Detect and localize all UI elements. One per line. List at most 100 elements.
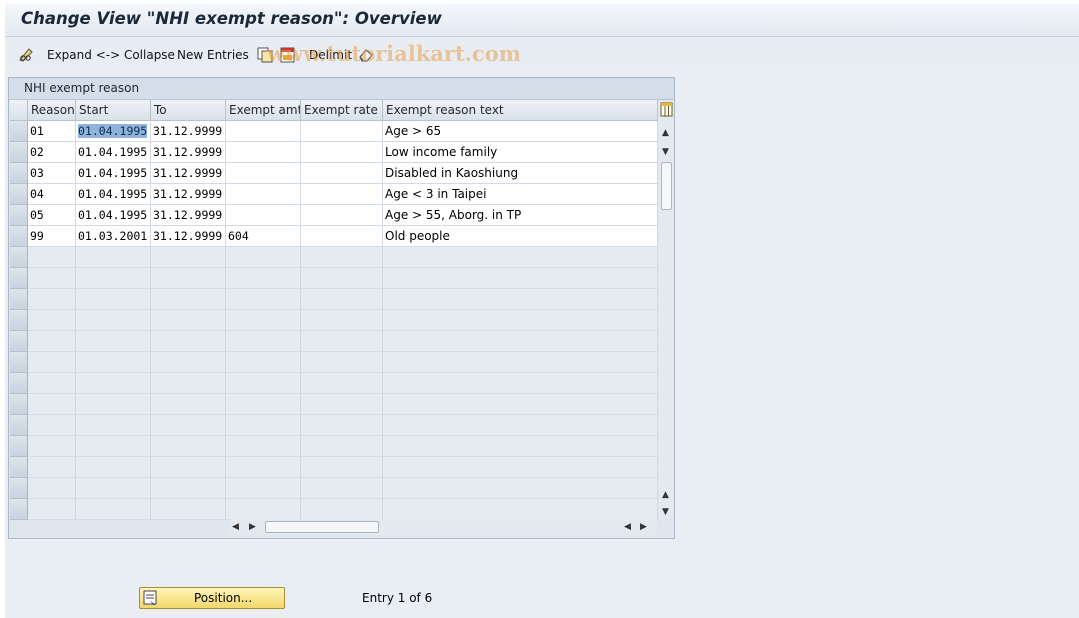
copy-icon[interactable] (256, 46, 274, 64)
empty-table-row[interactable] (10, 247, 658, 268)
scroll-up-icon[interactable]: ▲ (662, 128, 669, 138)
cell-exempt-amt[interactable] (226, 163, 301, 184)
cell-reason[interactable] (28, 478, 76, 499)
empty-table-row[interactable] (10, 268, 658, 289)
cell-start[interactable] (76, 415, 151, 436)
cell-exempt-rate[interactable] (301, 184, 383, 205)
row-selector[interactable] (10, 289, 28, 310)
empty-table-row[interactable] (10, 457, 658, 478)
cell-reason[interactable]: 04 (28, 184, 76, 205)
row-selector[interactable] (10, 142, 28, 163)
column-config-icon[interactable] (659, 101, 674, 119)
cell-exempt-rate[interactable] (301, 478, 383, 499)
table-row[interactable]: 02 01.04.1995 31.12.9999 Low income family (10, 142, 658, 163)
cell-reason[interactable] (28, 289, 76, 310)
cell-start[interactable] (76, 478, 151, 499)
cell-to[interactable] (151, 247, 226, 268)
cell-exempt-reason-text[interactable] (383, 436, 658, 457)
table-row[interactable]: 03 01.04.1995 31.12.9999 Disabled in Kaoshi… (10, 163, 658, 184)
cell-to[interactable]: 31.12.9999 (151, 226, 226, 247)
cell-reason[interactable]: 01 (28, 121, 76, 142)
row-selector[interactable] (10, 352, 28, 373)
delimit-button[interactable]: Delimit (309, 46, 352, 64)
cell-to[interactable]: 31.12.9999 (151, 205, 226, 226)
cell-reason[interactable] (28, 457, 76, 478)
table-row[interactable]: 05 01.04.1995 31.12.9999 Age > 55, Aborg. i… (10, 205, 658, 226)
cell-exempt-amt[interactable] (226, 436, 301, 457)
empty-table-row[interactable] (10, 478, 658, 499)
cell-exempt-rate[interactable] (301, 121, 383, 142)
cell-reason[interactable] (28, 247, 76, 268)
scroll-down-icon[interactable]: ▼ (662, 147, 669, 157)
cell-exempt-rate[interactable] (301, 142, 383, 163)
cell-exempt-reason-text[interactable] (383, 352, 658, 373)
cell-exempt-reason-text[interactable]: Old people (383, 226, 658, 247)
empty-table-row[interactable] (10, 373, 658, 394)
cell-exempt-reason-text[interactable]: Age > 55, Aborg. in TP (383, 205, 658, 226)
cell-start[interactable] (76, 352, 151, 373)
cell-exempt-rate[interactable] (301, 352, 383, 373)
cell-exempt-rate[interactable] (301, 310, 383, 331)
cell-exempt-amt[interactable] (226, 373, 301, 394)
cell-reason[interactable]: 99 (28, 226, 76, 247)
cell-exempt-amt[interactable] (226, 415, 301, 436)
cell-exempt-amt[interactable] (226, 478, 301, 499)
row-selector[interactable] (10, 121, 28, 142)
row-selector[interactable] (10, 268, 28, 289)
cell-to[interactable] (151, 268, 226, 289)
cell-reason[interactable] (28, 331, 76, 352)
cell-start[interactable] (76, 331, 151, 352)
expand-collapse-button[interactable]: Expand <-> Collapse (47, 46, 175, 64)
empty-table-row[interactable] (10, 436, 658, 457)
cell-to[interactable]: 31.12.9999 (151, 142, 226, 163)
table-row[interactable]: 04 01.04.1995 31.12.9999 Age < 3 in Taipei (10, 184, 658, 205)
row-selector[interactable] (10, 394, 28, 415)
cell-exempt-reason-text[interactable] (383, 394, 658, 415)
cell-exempt-amt[interactable] (226, 247, 301, 268)
cell-exempt-reason-text[interactable] (383, 499, 658, 520)
cell-start[interactable]: 01.04.1995 (76, 205, 151, 226)
vertical-scrollbar[interactable]: ▲ ▼ ▲ ▼ (659, 100, 674, 518)
cell-exempt-rate[interactable] (301, 415, 383, 436)
table-row[interactable]: 01 01.04.1995 31.12.9999 Age > 65 (10, 121, 658, 142)
cell-to[interactable] (151, 415, 226, 436)
cell-reason[interactable]: 02 (28, 142, 76, 163)
column-header-reason[interactable]: Reason (28, 100, 76, 121)
cell-exempt-amt[interactable] (226, 457, 301, 478)
cell-start[interactable] (76, 499, 151, 520)
cell-exempt-rate[interactable] (301, 457, 383, 478)
column-header-exempt-reason-text[interactable]: Exempt reason text (383, 100, 658, 121)
cell-to[interactable] (151, 394, 226, 415)
row-selector[interactable] (10, 331, 28, 352)
scroll-page-down-icon[interactable]: ▼ (662, 507, 669, 517)
cell-start[interactable]: 01.04.1995 (76, 184, 151, 205)
cell-reason[interactable] (28, 268, 76, 289)
column-header-exempt-amt[interactable]: Exempt amt (226, 100, 301, 121)
cell-exempt-reason-text[interactable] (383, 268, 658, 289)
column-header-exempt-rate[interactable]: Exempt rate (301, 100, 383, 121)
cell-exempt-amt[interactable] (226, 499, 301, 520)
cell-reason[interactable]: 05 (28, 205, 76, 226)
cell-exempt-rate[interactable] (301, 373, 383, 394)
cell-exempt-amt[interactable] (226, 121, 301, 142)
cell-exempt-amt[interactable] (226, 205, 301, 226)
empty-table-row[interactable] (10, 352, 658, 373)
empty-table-row[interactable] (10, 310, 658, 331)
cell-exempt-reason-text[interactable] (383, 415, 658, 436)
row-selector[interactable] (10, 247, 28, 268)
cell-reason[interactable] (28, 373, 76, 394)
cell-exempt-amt[interactable] (226, 184, 301, 205)
cell-to[interactable] (151, 289, 226, 310)
cell-exempt-rate[interactable] (301, 499, 383, 520)
cell-reason[interactable] (28, 499, 76, 520)
cell-reason[interactable] (28, 352, 76, 373)
row-selector[interactable] (10, 373, 28, 394)
cell-start[interactable] (76, 373, 151, 394)
cell-exempt-rate[interactable] (301, 226, 383, 247)
horizontal-scrollbar[interactable]: ◀ ▶ ◀ ▶ (229, 519, 657, 535)
cell-exempt-amt[interactable] (226, 310, 301, 331)
cell-exempt-amt[interactable] (226, 289, 301, 310)
cell-to[interactable] (151, 352, 226, 373)
display-change-icon[interactable] (17, 46, 35, 64)
row-selector[interactable] (10, 163, 28, 184)
